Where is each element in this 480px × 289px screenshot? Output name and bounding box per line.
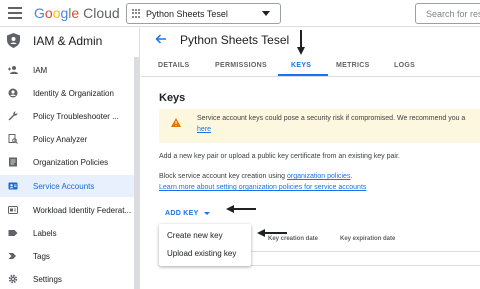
sidebar-item-label: Policy Analyzer <box>33 135 88 144</box>
warning-icon <box>171 118 181 127</box>
menu-icon[interactable] <box>8 7 22 19</box>
active-tab-indicator <box>278 74 328 76</box>
google-cloud-logo[interactable]: Google Cloud <box>34 5 120 21</box>
sidebar-header: IAM & Admin <box>0 28 140 54</box>
document-icon <box>9 157 17 167</box>
caret-down-icon <box>203 211 210 215</box>
tag-icon <box>8 253 16 259</box>
sidebar-item-label: Policy Troubleshooter ... <box>33 112 119 121</box>
sidebar-item-labels[interactable]: Labels <box>0 222 134 244</box>
project-name: Python Sheets Tesel <box>146 8 228 19</box>
add-key-button[interactable]: ADD KEY <box>159 205 217 221</box>
annotation-arrow-down <box>297 30 305 55</box>
top-bar: Google Cloud Python Sheets Tesel Search … <box>0 0 480 27</box>
sidebar-item-workload-identity-federation[interactable]: Workload Identity Federat... <box>0 199 134 221</box>
tab-metrics[interactable]: METRICS <box>336 62 370 69</box>
sidebar-item-policy-troubleshooter[interactable]: Policy Troubleshooter ... <box>0 105 134 127</box>
gear-icon <box>8 274 18 284</box>
add-key-description: Add a new key pair or upload a public ke… <box>159 153 400 160</box>
sidebar-item-label: Workload Identity Federat... <box>33 206 132 215</box>
sidebar-item-identity-organization[interactable]: Identity & Organization <box>0 82 134 104</box>
sidebar-item-iam[interactable]: IAM <box>0 59 134 81</box>
project-picker[interactable]: Python Sheets Tesel <box>126 3 281 24</box>
tab-details[interactable]: DETAILS <box>158 62 190 69</box>
keys-table-header: Key creation date Key expiration date <box>251 230 480 252</box>
column-key-expiration-date[interactable]: Key expiration date <box>340 236 395 242</box>
sidebar-item-label: Identity & Organization <box>33 89 114 98</box>
learn-more-link[interactable]: Learn more about setting organization po… <box>159 184 366 191</box>
sidebar-item-organization-policies[interactable]: Organization Policies <box>0 151 134 173</box>
tab-keys[interactable]: KEYS <box>291 62 311 69</box>
sidebar-item-label: Tags <box>33 252 50 261</box>
sidebar-item-settings[interactable]: Settings <box>0 268 134 289</box>
warning-message: Service account keys could pose a securi… <box>197 115 466 122</box>
label-icon <box>8 230 18 236</box>
caret-down-icon <box>262 11 270 16</box>
tab-logs[interactable]: LOGS <box>394 62 415 69</box>
annotation-arrow-left <box>226 205 256 213</box>
sidebar-scrollbar[interactable] <box>134 57 139 289</box>
tab-permissions[interactable]: PERMISSIONS <box>215 62 267 69</box>
scrollbar-thumb[interactable] <box>134 57 139 289</box>
warning-here-link[interactable]: here <box>197 126 211 133</box>
sidebar-title: IAM & Admin <box>33 34 103 48</box>
upload-existing-key-item[interactable]: Upload existing key <box>167 249 236 258</box>
project-dots-icon <box>132 9 141 18</box>
sidebar-item-service-accounts[interactable]: Service Accounts <box>0 175 134 197</box>
id-card-icon <box>8 206 18 214</box>
sidebar-item-label: IAM <box>33 66 48 75</box>
sidebar-item-label: Organization Policies <box>33 158 109 167</box>
block-key-text: Block service account key creation using… <box>159 173 352 180</box>
sidebar-item-label: Service Accounts <box>33 182 95 191</box>
document-search-icon <box>8 134 18 144</box>
add-key-menu: Create new key Upload existing key <box>159 224 251 266</box>
warning-banner: Service account keys could pose a securi… <box>159 109 480 143</box>
back-arrow-icon[interactable] <box>155 34 167 44</box>
sidebar-item-tags[interactable]: Tags <box>0 245 134 267</box>
page-title: Python Sheets Tesel <box>180 33 290 47</box>
create-new-key-item[interactable]: Create new key <box>167 231 223 240</box>
add-key-label: ADD KEY <box>165 209 199 217</box>
block-key-label: Block service account key creation using <box>159 173 288 180</box>
person-add-icon <box>8 66 18 74</box>
column-key-creation-date[interactable]: Key creation date <box>268 236 318 242</box>
wrench-icon <box>8 111 18 121</box>
sidebar-item-label: Settings <box>33 275 62 284</box>
service-account-icon <box>8 182 18 190</box>
search-input[interactable]: Search for res <box>415 3 480 24</box>
account-circle-icon <box>8 88 18 98</box>
sidebar-item-policy-analyzer[interactable]: Policy Analyzer <box>0 128 134 150</box>
sidebar-item-label: Labels <box>33 229 57 238</box>
shield-icon <box>7 33 20 48</box>
block-key-suffix: . <box>350 173 353 180</box>
learn-more-line: Learn more about setting organization po… <box>159 184 366 191</box>
sidebar: IAM & Admin IAM Identity & Organization … <box>0 28 140 289</box>
keys-heading: Keys <box>159 92 186 104</box>
organization-policies-link[interactable]: organization policies <box>287 173 350 180</box>
